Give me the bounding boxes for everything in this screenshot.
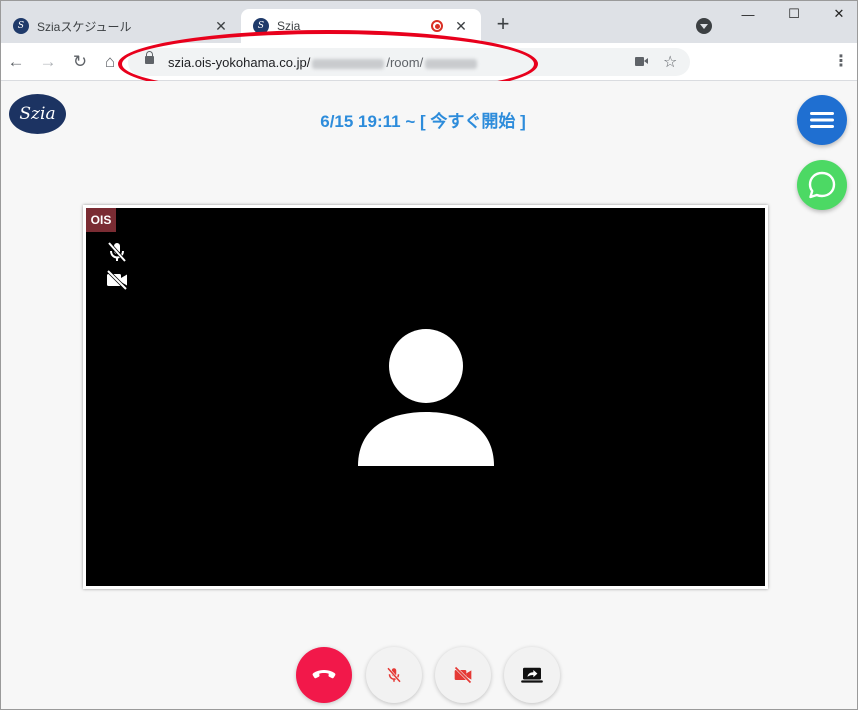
- recording-indicator-icon: [431, 20, 443, 32]
- new-tab-button[interactable]: +: [491, 13, 515, 37]
- participant-video: OIS: [83, 205, 768, 589]
- tab-title: Sziaスケジュール: [37, 19, 132, 34]
- tab-title: Szia: [277, 19, 301, 33]
- camera-toggle-button[interactable]: [435, 647, 491, 703]
- browser-menu-icon[interactable]: ⋮: [833, 51, 849, 71]
- reload-button[interactable]: ↻: [68, 50, 92, 74]
- address-bar[interactable]: szia.ois-yokohama.co.jp/ /room/ ☆: [128, 48, 690, 76]
- tab-szia[interactable]: S Szia ✕: [241, 9, 481, 43]
- close-tab-icon[interactable]: ✕: [213, 18, 229, 34]
- mic-toggle-button[interactable]: [366, 647, 422, 703]
- url-host: szia.ois-yokohama.co.jp/: [168, 55, 311, 70]
- tab-strip: S Sziaスケジュール ✕ S Szia ✕ + — ☐ ✕: [1, 1, 857, 43]
- schedule-title: 6/15 19:11 ~ [ 今すぐ開始 ]: [320, 112, 526, 131]
- browser-toolbar: ← → ↻ ⌂ szia.ois-yokohama.co.jp/ /room/ ☆…: [1, 43, 857, 81]
- url-path: /room/: [386, 55, 424, 70]
- mic-muted-icon: [387, 667, 401, 683]
- close-window-button[interactable]: ✕: [827, 5, 851, 23]
- chat-button[interactable]: [797, 160, 847, 210]
- url-text[interactable]: szia.ois-yokohama.co.jp/ /room/: [168, 55, 479, 70]
- minimize-button[interactable]: —: [736, 5, 760, 23]
- tab-szia-schedule[interactable]: S Sziaスケジュール ✕: [1, 9, 241, 43]
- chat-bubble-icon: [808, 171, 836, 199]
- maximize-button[interactable]: ☐: [782, 5, 806, 23]
- mic-muted-icon: [107, 241, 127, 263]
- camera-off-icon: [454, 666, 472, 684]
- back-button[interactable]: ←: [4, 50, 28, 74]
- tab-search-icon[interactable]: [696, 18, 712, 34]
- redacted-path-segment: [312, 58, 385, 69]
- star-icon[interactable]: ☆: [663, 52, 677, 72]
- szia-favicon-icon: S: [253, 18, 269, 34]
- participant-name-tag: OIS: [86, 208, 116, 232]
- camera-icon[interactable]: [635, 57, 648, 66]
- lock-icon[interactable]: [145, 51, 154, 64]
- camera-off-icon: [106, 269, 128, 291]
- redacted-room-id: [425, 58, 478, 69]
- menu-button[interactable]: [797, 95, 847, 145]
- hangup-button[interactable]: [296, 647, 352, 703]
- screen-share-icon: [521, 667, 543, 683]
- hamburger-icon: [810, 112, 834, 128]
- screen-share-button[interactable]: [504, 647, 560, 703]
- phone-hangup-icon: [312, 670, 336, 679]
- forward-button[interactable]: →: [36, 50, 60, 74]
- call-controls: [296, 647, 561, 703]
- close-tab-icon[interactable]: ✕: [453, 18, 469, 34]
- page-content: Szia 6/15 19:11 ~ [ 今すぐ開始 ] OIS: [1, 81, 857, 709]
- default-avatar-icon: [358, 329, 494, 466]
- szia-favicon-icon: S: [13, 18, 29, 34]
- home-button[interactable]: ⌂: [98, 50, 122, 74]
